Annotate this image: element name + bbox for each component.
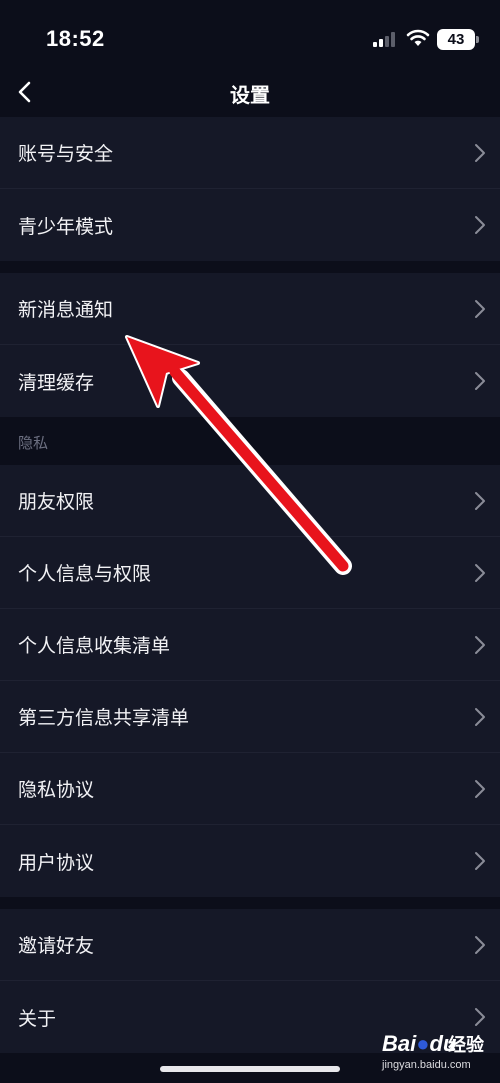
- settings-group-general: 新消息通知 清理缓存: [0, 273, 500, 417]
- cellular-signal-icon: [373, 32, 399, 47]
- home-indicator[interactable]: [160, 1066, 340, 1072]
- chevron-right-icon: [475, 780, 485, 798]
- settings-item-friend-permissions[interactable]: 朋友权限: [0, 465, 500, 537]
- chevron-right-icon: [475, 708, 485, 726]
- watermark-label: 经验: [448, 1035, 484, 1056]
- chevron-right-icon: [475, 636, 485, 654]
- settings-item-label: 清理缓存: [18, 371, 95, 394]
- settings-item-personal-info-collection-list[interactable]: 个人信息收集清单: [0, 609, 500, 681]
- chevron-right-icon: [475, 1008, 485, 1026]
- settings-item-label: 隐私协议: [18, 779, 95, 801]
- settings-item-third-party-sharing-list[interactable]: 第三方信息共享清单: [0, 681, 500, 753]
- chevron-right-icon: [475, 936, 485, 954]
- settings-item-label: 个人信息与权限: [18, 563, 152, 585]
- settings-item-account-security[interactable]: 账号与安全: [0, 117, 500, 189]
- settings-item-invite-friends[interactable]: 邀请好友: [0, 909, 500, 981]
- settings-item-label: 个人信息收集清单: [18, 635, 171, 657]
- watermark-logo: Bai●du: [382, 1031, 457, 1056]
- chevron-right-icon: [475, 144, 485, 162]
- chevron-right-icon: [475, 564, 485, 582]
- section-header-privacy: 隐私: [0, 417, 500, 465]
- settings-item-clear-cache[interactable]: 清理缓存: [0, 345, 500, 417]
- settings-item-label: 朋友权限: [18, 491, 95, 513]
- settings-item-privacy-policy[interactable]: 隐私协议: [0, 753, 500, 825]
- settings-item-new-message-notification[interactable]: 新消息通知: [0, 273, 500, 345]
- wifi-icon: [406, 29, 430, 46]
- settings-item-label: 新消息通知: [18, 299, 114, 321]
- status-time: 18:52: [46, 26, 105, 51]
- settings-item-label: 账号与安全: [18, 143, 114, 165]
- page-title: 设置: [230, 83, 270, 107]
- battery-indicator: 43: [437, 29, 475, 50]
- settings-item-label: 第三方信息共享清单: [18, 707, 190, 729]
- battery-nub: [476, 36, 479, 43]
- settings-item-personal-info-permissions[interactable]: 个人信息与权限: [0, 537, 500, 609]
- chevron-right-icon: [475, 216, 485, 234]
- settings-group-privacy: 朋友权限 个人信息与权限 个人信息收集清单 第三方信息共享清单 隐私协议 用户协…: [0, 465, 500, 897]
- settings-group-account: 账号与安全 青少年模式: [0, 117, 500, 261]
- group-separator: [0, 897, 500, 909]
- settings-item-youth-mode[interactable]: 青少年模式: [0, 189, 500, 261]
- navigation-bar: 设置: [0, 70, 500, 114]
- status-bar: 18:52 43: [0, 0, 500, 75]
- chevron-right-icon: [475, 492, 485, 510]
- settings-item-label: 关于: [18, 1007, 57, 1030]
- watermark-url: jingyan.baidu.com: [382, 1059, 471, 1071]
- group-separator: [0, 261, 500, 273]
- chevron-right-icon: [475, 372, 485, 390]
- chevron-right-icon: [475, 300, 485, 318]
- chevron-right-icon: [475, 852, 485, 870]
- baidu-jingyan-watermark: Bai●du 经验 jingyan.baidu.com: [378, 1027, 496, 1079]
- settings-item-label: 用户协议: [18, 851, 95, 874]
- settings-item-user-agreement[interactable]: 用户协议: [0, 825, 500, 897]
- settings-item-label: 青少年模式: [18, 215, 114, 238]
- settings-list: 账号与安全 青少年模式 新消息通知 清理缓存 隐私 朋友权限 个人信息与权限 个…: [0, 117, 500, 1053]
- settings-item-label: 邀请好友: [18, 935, 95, 957]
